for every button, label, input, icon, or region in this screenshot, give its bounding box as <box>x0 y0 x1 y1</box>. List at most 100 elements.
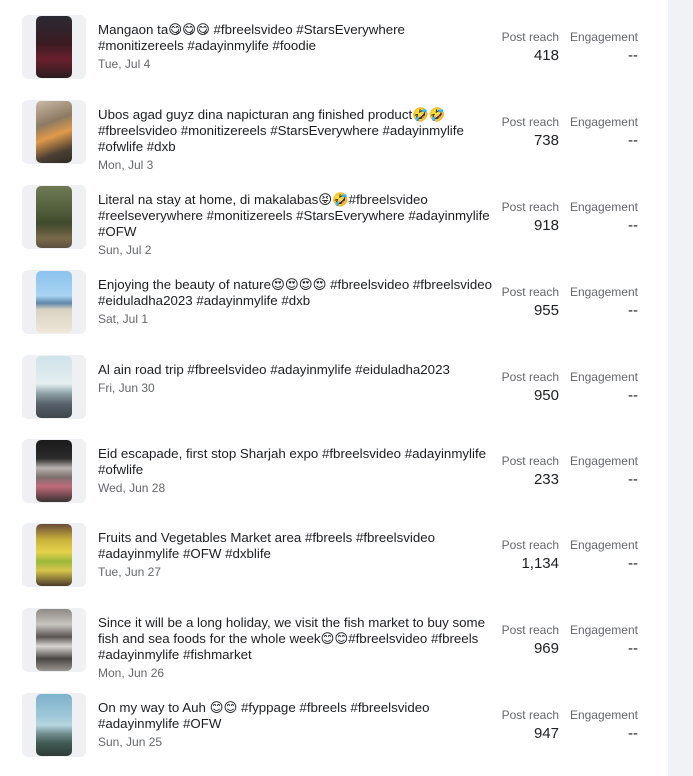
post-reach-value: 950 <box>533 387 559 404</box>
post-date: Mon, Jul 3 <box>98 158 154 172</box>
post-row[interactable]: Since it will be a long holiday, we visi… <box>0 608 668 684</box>
post-reach-label: Post reach <box>501 708 559 722</box>
post-thumbnail[interactable] <box>36 186 72 248</box>
post-reach-value: 947 <box>533 725 559 742</box>
engagement-value: -- <box>628 47 638 64</box>
thumbnail-frame <box>22 100 86 164</box>
engagement-label: Engagement <box>569 30 638 44</box>
post-reach-metric: Post reach 918 <box>488 200 559 235</box>
post-date: Sun, Jun 25 <box>98 735 163 749</box>
post-date: Wed, Jun 28 <box>98 481 166 495</box>
engagement-metric: Engagement -- <box>565 538 638 573</box>
engagement-label: Engagement <box>569 454 638 468</box>
post-date: Sat, Jul 1 <box>98 312 149 326</box>
engagement-value: -- <box>628 217 638 234</box>
engagement-metric: Engagement -- <box>565 285 638 320</box>
post-reach-metric: Post reach 947 <box>488 708 559 743</box>
engagement-value: -- <box>628 132 638 149</box>
post-row[interactable]: Al ain road trip #fbreelsvideo #adayinmy… <box>0 355 668 431</box>
post-date: Tue, Jun 27 <box>98 565 161 579</box>
post-row[interactable]: Mangaon ta😋😋😋 #fbreelsvideo #StarsEveryw… <box>0 15 668 91</box>
engagement-metric: Engagement -- <box>565 115 638 150</box>
post-caption[interactable]: Literal na stay at home, di makalabas😝🤣#… <box>98 192 494 240</box>
post-reach-value: 1,134 <box>521 555 559 572</box>
engagement-value: -- <box>628 640 638 657</box>
post-row[interactable]: Eid escapade, first stop Sharjah expo #f… <box>0 439 668 515</box>
post-thumbnail[interactable] <box>36 356 72 418</box>
post-reach-value: 418 <box>533 47 559 64</box>
post-thumbnail[interactable] <box>36 271 72 333</box>
post-caption[interactable]: Eid escapade, first stop Sharjah expo #f… <box>98 446 494 478</box>
engagement-value: -- <box>628 387 638 404</box>
engagement-label: Engagement <box>569 285 638 299</box>
post-thumbnail[interactable] <box>36 609 72 671</box>
post-caption[interactable]: Al ain road trip #fbreelsvideo #adayinmy… <box>98 362 494 378</box>
post-thumbnail[interactable] <box>36 694 72 756</box>
post-thumbnail[interactable] <box>36 524 72 586</box>
post-row[interactable]: On my way to Auh 😊😊 #fyppage #fbreels #f… <box>0 693 668 769</box>
post-reach-label: Post reach <box>501 623 559 637</box>
post-thumbnail[interactable] <box>36 440 72 502</box>
post-reach-metric: Post reach 969 <box>488 623 559 658</box>
post-reach-label: Post reach <box>501 454 559 468</box>
post-reach-label: Post reach <box>501 285 559 299</box>
engagement-value: -- <box>628 725 638 742</box>
engagement-metric: Engagement -- <box>565 30 638 65</box>
post-date: Sun, Jul 2 <box>98 243 152 257</box>
thumbnail-frame <box>22 185 86 249</box>
post-date: Mon, Jun 26 <box>98 666 165 680</box>
post-reach-value: 738 <box>533 132 559 149</box>
post-reach-value: 918 <box>533 217 559 234</box>
engagement-label: Engagement <box>569 623 638 637</box>
scrollbar-track[interactable] <box>668 0 693 776</box>
engagement-metric: Engagement -- <box>565 623 638 658</box>
post-reach-value: 969 <box>533 640 559 657</box>
post-caption[interactable]: Fruits and Vegetables Market area #fbree… <box>98 530 494 562</box>
post-reach-label: Post reach <box>501 200 559 214</box>
post-reach-label: Post reach <box>501 370 559 384</box>
post-reach-value: 955 <box>533 302 559 319</box>
thumbnail-frame <box>22 270 86 334</box>
engagement-label: Engagement <box>569 115 638 129</box>
post-reach-label: Post reach <box>501 115 559 129</box>
post-row[interactable]: Literal na stay at home, di makalabas😝🤣#… <box>0 185 668 261</box>
thumbnail-frame <box>22 355 86 419</box>
engagement-label: Engagement <box>569 370 638 384</box>
post-row[interactable]: Fruits and Vegetables Market area #fbree… <box>0 523 668 599</box>
thumbnail-frame <box>22 523 86 587</box>
post-thumbnail[interactable] <box>36 16 72 78</box>
engagement-value: -- <box>628 302 638 319</box>
thumbnail-frame <box>22 439 86 503</box>
engagement-label: Engagement <box>569 538 638 552</box>
engagement-metric: Engagement -- <box>565 454 638 489</box>
post-date: Fri, Jun 30 <box>98 381 155 395</box>
engagement-label: Engagement <box>569 708 638 722</box>
post-reach-value: 233 <box>533 471 559 488</box>
post-thumbnail[interactable] <box>36 101 72 163</box>
post-caption[interactable]: Ubos agad guyz dina napicturan ang finis… <box>98 107 494 155</box>
post-date: Tue, Jul 4 <box>98 57 151 71</box>
thumbnail-frame <box>22 608 86 672</box>
engagement-value: -- <box>628 471 638 488</box>
post-caption[interactable]: Mangaon ta😋😋😋 #fbreelsvideo #StarsEveryw… <box>98 22 494 54</box>
post-reach-metric: Post reach 233 <box>488 454 559 489</box>
post-reach-metric: Post reach 950 <box>488 370 559 405</box>
post-reach-metric: Post reach 418 <box>488 30 559 65</box>
thumbnail-frame <box>22 15 86 79</box>
post-reach-label: Post reach <box>501 538 559 552</box>
post-row[interactable]: Enjoying the beauty of nature😍😍😍😍 #fbree… <box>0 270 668 346</box>
post-row[interactable]: Ubos agad guyz dina napicturan ang finis… <box>0 100 668 176</box>
post-reach-metric: Post reach 738 <box>488 115 559 150</box>
engagement-value: -- <box>628 555 638 572</box>
post-caption[interactable]: On my way to Auh 😊😊 #fyppage #fbreels #f… <box>98 700 494 732</box>
engagement-metric: Engagement -- <box>565 708 638 743</box>
post-reach-metric: Post reach 955 <box>488 285 559 320</box>
engagement-metric: Engagement -- <box>565 370 638 405</box>
post-caption[interactable]: Since it will be a long holiday, we visi… <box>98 615 494 663</box>
engagement-label: Engagement <box>569 200 638 214</box>
post-reach-metric: Post reach 1,134 <box>488 538 559 573</box>
engagement-metric: Engagement -- <box>565 200 638 235</box>
thumbnail-frame <box>22 693 86 757</box>
post-caption[interactable]: Enjoying the beauty of nature😍😍😍😍 #fbree… <box>98 277 494 309</box>
post-reach-label: Post reach <box>501 30 559 44</box>
